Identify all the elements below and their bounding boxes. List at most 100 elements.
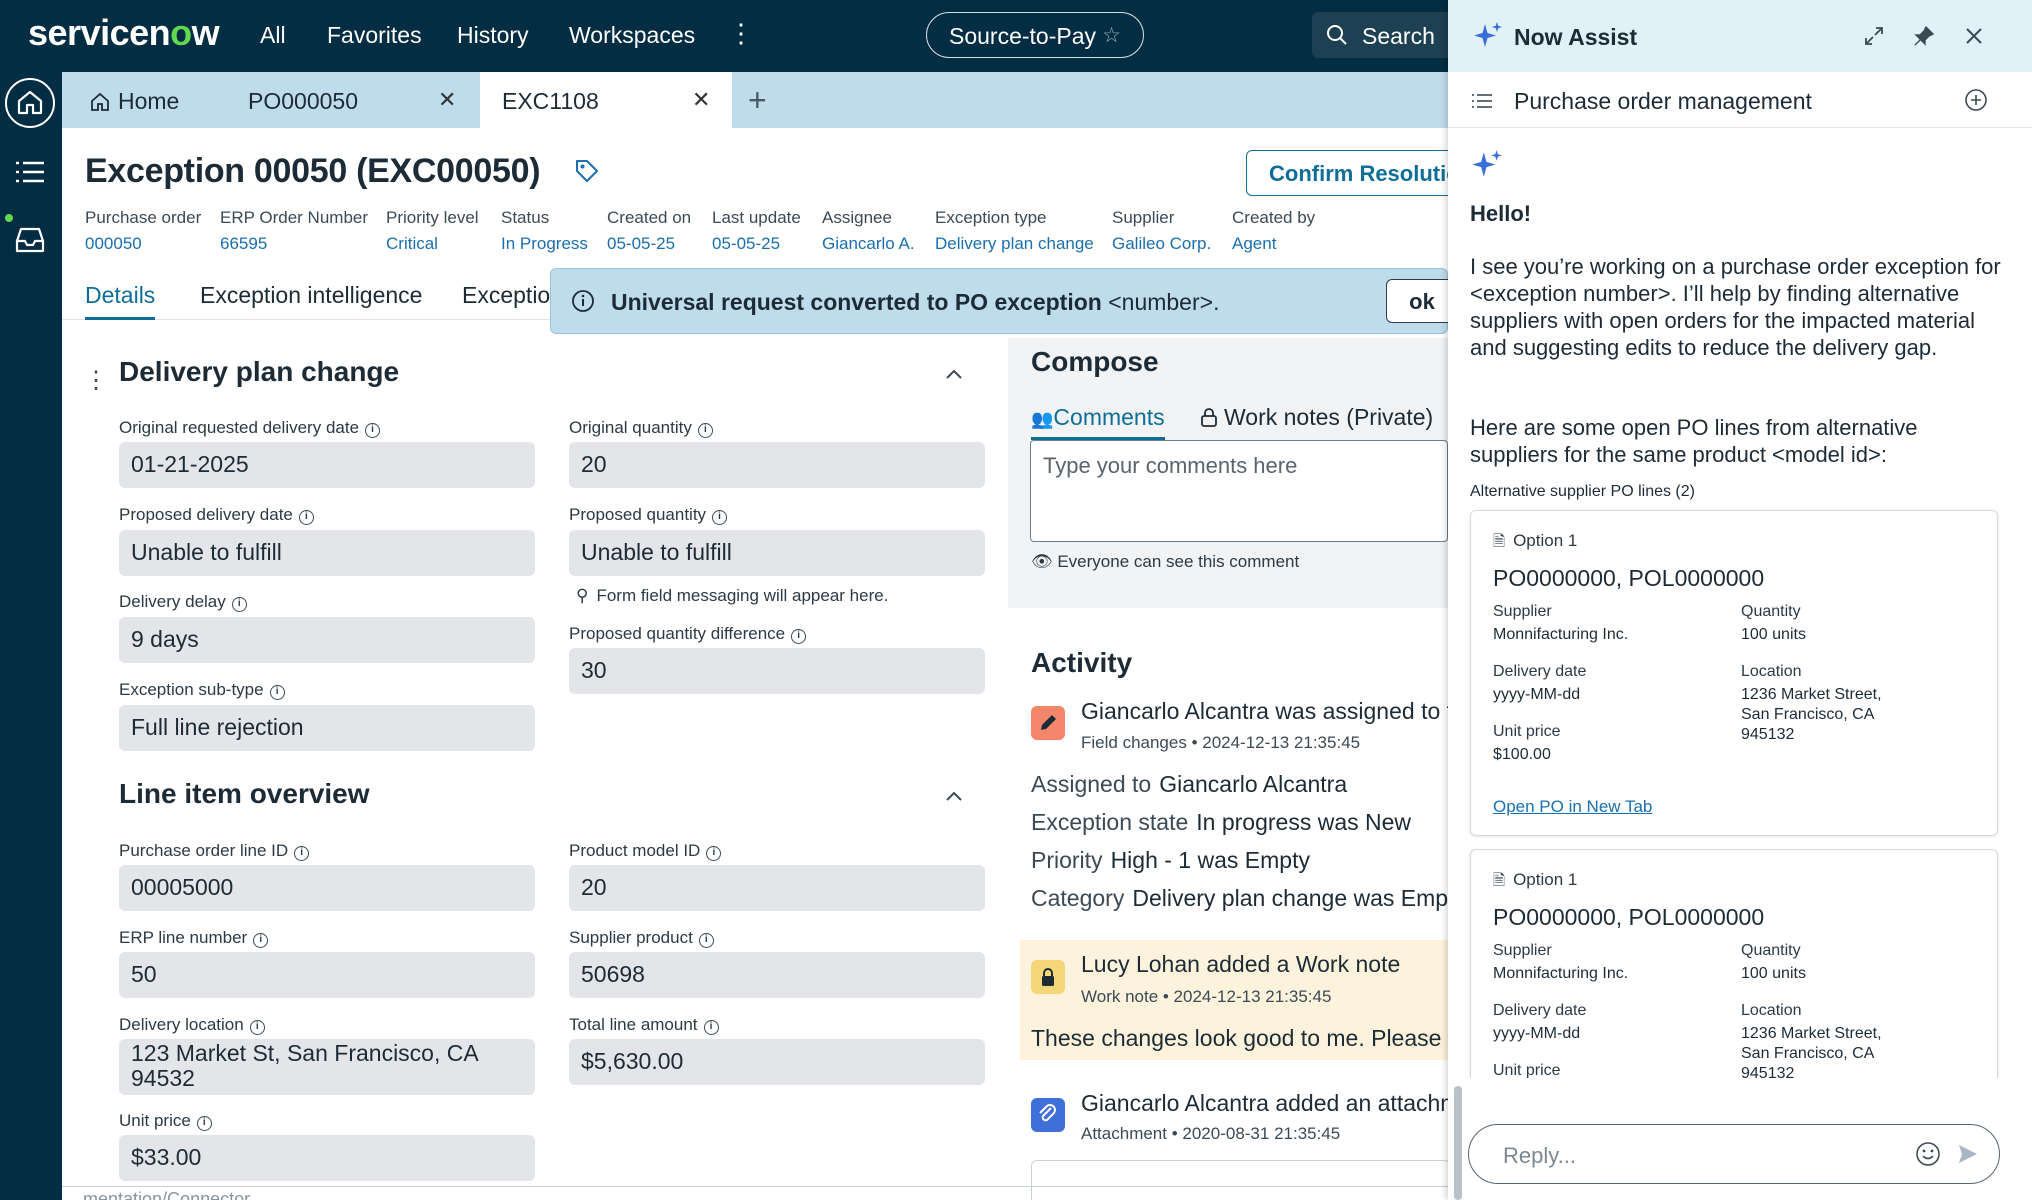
assist-greeting: Hello! [1470, 201, 1532, 226]
nav-favorites[interactable]: Favorites [327, 22, 422, 49]
exception-type-link[interactable]: Delivery plan change [935, 234, 1094, 254]
tab-exc1108[interactable]: EXC1108 ✕ [480, 72, 732, 128]
pin-icon[interactable] [1912, 24, 1936, 48]
close-icon[interactable]: ✕ [438, 87, 456, 113]
card-date-label: Delivery date [1493, 1002, 1587, 1019]
info-icon[interactable]: i [706, 846, 722, 861]
tab-label: EXC1108 [502, 88, 599, 114]
home-rail-button[interactable] [5, 78, 55, 128]
meta-status: Status In Progress [501, 208, 588, 254]
star-icon[interactable]: ☆ [1102, 23, 1121, 48]
more-menu-icon[interactable]: ⋮ [728, 20, 754, 46]
supplier-link[interactable]: Galileo Corp. [1112, 234, 1211, 254]
info-icon[interactable]: i [294, 846, 310, 861]
proposed-qty-field[interactable]: Unable to fulfill [569, 530, 985, 576]
tab-exception-intelligence[interactable]: Exception intelligence [200, 268, 422, 320]
label-text: Exception sub-type [119, 680, 264, 699]
info-icon[interactable]: i [298, 510, 314, 525]
servicenow-logo[interactable]: servicenow [28, 12, 220, 54]
priority-value[interactable]: Critical [386, 234, 479, 254]
reply-input[interactable]: Reply... [1468, 1124, 2000, 1184]
list-icon[interactable] [14, 156, 46, 188]
assist-message: Here are some open PO lines from alterna… [1470, 415, 1918, 467]
close-icon[interactable]: ✕ [692, 87, 710, 113]
status-value[interactable]: In Progress [501, 234, 588, 254]
list-icon[interactable] [1472, 92, 1492, 110]
expand-icon[interactable] [1862, 24, 1886, 48]
inbox-icon[interactable] [14, 224, 46, 256]
field-key: Priority [1031, 847, 1103, 873]
erp-order-link[interactable]: 66595 [220, 234, 368, 254]
info-icon[interactable]: i [698, 933, 714, 948]
qty-diff-label: Proposed quantity difference i [569, 624, 807, 644]
meta-exception-type: Exception type Delivery plan change [935, 208, 1094, 254]
info-icon[interactable]: i [231, 597, 247, 612]
info-icon[interactable]: i [697, 423, 713, 438]
label-text: Supplier product [569, 928, 693, 947]
info-icon[interactable]: i [249, 1020, 265, 1035]
delivery-delay-field[interactable]: 9 days [119, 617, 535, 663]
last-update-value[interactable]: 05-05-25 [712, 234, 801, 254]
assignee-link[interactable]: Giancarlo A. [822, 234, 915, 254]
created-on-value[interactable]: 05-05-25 [607, 234, 691, 254]
original-date-field[interactable]: 01-21-2025 [119, 442, 535, 488]
supplier-product-field[interactable]: 50698 [569, 952, 985, 998]
subtype-field[interactable]: Full line rejection [119, 705, 535, 751]
purchase-order-link[interactable]: 000050 [85, 234, 201, 254]
meta-label: Exception type [935, 208, 1047, 227]
card-po-title: PO0000000, POL0000000 [1493, 904, 1765, 930]
tag-icon[interactable] [574, 158, 600, 184]
emoji-icon[interactable] [1915, 1141, 1941, 1167]
nav-all[interactable]: All [260, 22, 286, 49]
chevron-up-icon[interactable] [944, 364, 964, 384]
erp-line-field[interactable]: 50 [119, 952, 535, 998]
attachment-preview[interactable] [1031, 1160, 1451, 1200]
chevron-up-icon[interactable] [944, 786, 964, 806]
nav-workspaces[interactable]: Workspaces [569, 22, 695, 49]
tab-comments[interactable]: 👥Comments [1031, 404, 1165, 440]
delivery-location-field[interactable]: 123 Market St, San Francisco, CA 94532 [119, 1039, 535, 1095]
info-icon[interactable]: i [712, 510, 728, 525]
send-icon[interactable] [1957, 1143, 1979, 1165]
add-tab-icon[interactable]: + [748, 82, 767, 119]
original-qty-field[interactable]: 20 [569, 442, 985, 488]
info-icon[interactable]: i [196, 1116, 212, 1131]
workspace-switcher[interactable]: Source-to-Pay ☆ [926, 12, 1144, 58]
card-price-label: Unit price [1493, 723, 1561, 740]
activity-title: Activity [1031, 647, 1133, 678]
label-text: Product model ID [569, 841, 701, 860]
created-by-link[interactable]: Agent [1232, 234, 1315, 254]
info-icon[interactable]: i [791, 629, 807, 644]
open-po-link[interactable]: Open PO in New Tab [1493, 797, 1652, 817]
tab-details[interactable]: Details [85, 268, 156, 320]
nav-history[interactable]: History [457, 22, 529, 49]
card-date-label: Delivery date [1493, 663, 1587, 680]
subtype-label: Exception sub-type i [119, 680, 285, 700]
section-menu-icon[interactable]: ⋮ [84, 366, 108, 395]
confirm-resolution-button[interactable]: Confirm Resolution [1246, 150, 1448, 196]
close-icon[interactable] [1962, 24, 1986, 48]
info-icon[interactable]: i [269, 685, 285, 700]
comment-input[interactable]: Type your comments here [1030, 440, 1448, 542]
unit-price-field[interactable]: $33.00 [119, 1135, 535, 1181]
option-label: Option 1 [1513, 531, 1578, 550]
qty-diff-field[interactable]: 30 [569, 648, 985, 694]
tab-work-notes[interactable]: Work notes (Private) [1200, 404, 1433, 431]
tab-exception[interactable]: Exception [462, 268, 563, 320]
meta-assignee: Assignee Giancarlo A. [822, 208, 915, 254]
supplier-option-card[interactable]: 🗎 Option 1 PO0000000, POL0000000 Supplier… [1470, 510, 1998, 836]
info-icon[interactable]: i [365, 423, 381, 438]
new-chat-icon[interactable] [1964, 88, 1988, 112]
scrollbar[interactable] [1454, 1086, 1462, 1200]
total-amount-field[interactable]: $5,630.00 [569, 1039, 985, 1085]
product-model-field[interactable]: 20 [569, 865, 985, 911]
info-icon[interactable]: i [253, 933, 269, 948]
info-icon[interactable]: i [703, 1020, 719, 1035]
meta-label: Created on [607, 208, 692, 227]
proposed-date-field[interactable]: Unable to fulfill [119, 530, 535, 576]
search-button[interactable]: Search [1312, 12, 1452, 58]
po-line-field[interactable]: 00005000 [119, 865, 535, 911]
logo-text-end: w [191, 12, 220, 53]
tab-home[interactable]: Home [90, 72, 210, 128]
tab-po000050[interactable]: PO000050 ✕ [248, 72, 518, 128]
